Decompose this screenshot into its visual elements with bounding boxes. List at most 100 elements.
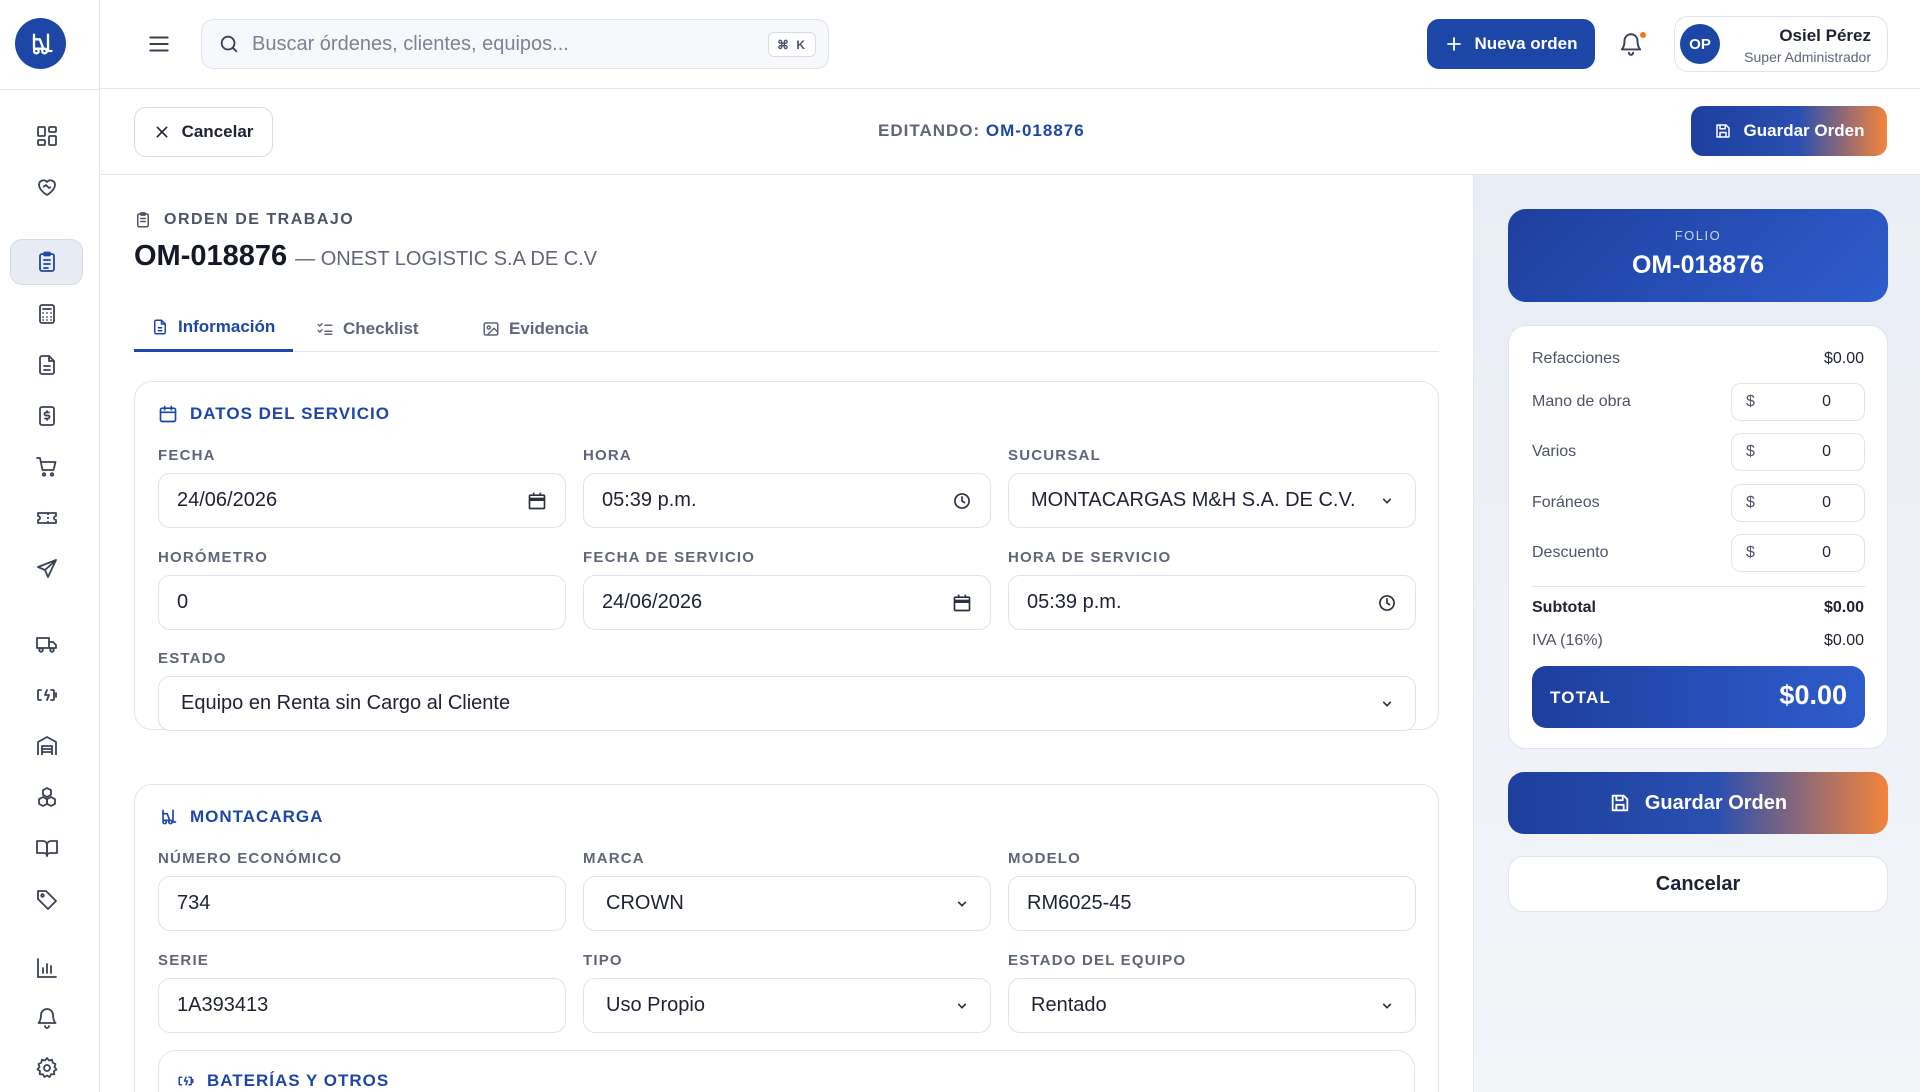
cancel-label: Cancelar [1655,872,1741,895]
shopping-cart-icon[interactable] [10,444,83,490]
calendar-picker-icon[interactable] [527,491,547,511]
service-card-title: DATOS DEL SERVICIO [158,404,390,424]
marca-label: MARCA [583,850,645,867]
tab-evidencia[interactable]: Evidencia [482,305,588,352]
cancel-order-button[interactable]: Cancelar [1508,856,1888,912]
send-icon[interactable] [10,546,83,592]
hora-servicio-field[interactable]: 05:39 p.m. [1008,575,1416,630]
tipo-label: TIPO [583,952,623,969]
book-open-icon[interactable] [10,825,83,871]
refacciones-value: $0.00 [1823,350,1864,367]
bell-icon[interactable] [10,995,83,1041]
marca-select[interactable]: CROWN [583,876,991,931]
forklift-logo-icon[interactable] [15,18,66,69]
mano-obra-value: 0 [1822,393,1831,410]
estado-equipo-select[interactable]: Rentado [1008,978,1416,1033]
save-order-label: Guardar Orden [1644,791,1788,814]
clipboard-list-icon[interactable] [10,239,83,285]
avatar: OP [1680,24,1720,64]
horometro-label: HORÓMETRO [158,549,268,566]
estado-label: ESTADO [158,650,227,667]
estado-equipo-label: ESTADO DEL EQUIPO [1008,952,1187,969]
plus-icon [1445,35,1463,53]
hamburger-menu-icon[interactable] [146,31,172,57]
cancel-button[interactable]: Cancelar [134,107,273,157]
serie-label: SERIE [158,952,210,969]
search-icon [218,33,240,55]
service-data-card: DATOS DEL SERVICIO FECHA 24/06/2026 HORA… [134,381,1439,731]
settings-gear-icon[interactable] [10,1045,83,1091]
calendar-picker-icon[interactable] [952,593,972,613]
fecha-field[interactable]: 24/06/2026 [158,473,566,528]
dashboard-grid-icon[interactable] [10,113,83,159]
descuento-input[interactable]: $ 0 [1731,534,1865,572]
clock-icon[interactable] [1377,593,1397,613]
sucursal-label: SUCURSAL [1008,447,1101,464]
editing-indicator: EDITANDO: OM-018876 [878,121,1085,141]
folio-card: FOLIO OM-018876 [1508,209,1888,302]
currency-symbol: $ [1746,494,1755,511]
subtotal-label: Subtotal [1532,599,1596,616]
tab-informacion[interactable]: Información [134,305,293,352]
numero-economico-value: 734 [177,892,211,914]
document-icon [151,318,169,336]
descuento-label: Descuento [1532,544,1609,561]
boxes-icon[interactable] [10,774,83,820]
tipo-value: Uso Propio [606,994,705,1016]
calculator-icon[interactable] [10,291,83,337]
tab-checklist[interactable]: Checklist [316,305,419,352]
search-input[interactable]: Buscar órdenes, clientes, equipos... ⌘ K [201,19,829,69]
estado-select[interactable]: Equipo en Renta sin Cargo al Cliente [158,676,1416,731]
tipo-select[interactable]: Uso Propio [583,978,991,1033]
edit-toolbar: Cancelar EDITANDO: OM-018876 Guardar Ord… [100,89,1920,175]
warehouse-icon[interactable] [10,723,83,769]
foraneos-input[interactable]: $ 0 [1731,484,1865,522]
totals-card: Refacciones $0.00 Mano de obra $ 0 Vario… [1508,325,1888,749]
mano-obra-input[interactable]: $ 0 [1731,383,1865,421]
order-code: OM-018876 [134,240,288,272]
ticket-icon[interactable] [10,495,83,541]
document-icon[interactable] [10,342,83,388]
hora-servicio-value: 05:39 p.m. [1027,591,1122,613]
fecha-servicio-field[interactable]: 24/06/2026 [583,575,991,630]
save-icon [1609,792,1631,814]
top-header: Buscar órdenes, clientes, equipos... ⌘ K… [100,0,1920,89]
chevron-down-icon [952,894,972,914]
clock-icon[interactable] [952,491,972,511]
search-shortcut-badge: ⌘ K [768,32,816,57]
subtotal-value: $0.00 [1823,599,1864,616]
new-order-button[interactable]: Nueva orden [1427,19,1595,69]
sidebar [0,0,100,1092]
clipboard-icon [134,211,152,229]
horometro-field[interactable]: 0 [158,575,566,630]
chevron-down-icon [952,996,972,1016]
forklift-title-text: MONTACARGA [190,807,324,826]
heart-handshake-icon[interactable] [10,164,83,210]
battery-charging-icon[interactable] [10,672,83,718]
estado-value: Equipo en Renta sin Cargo al Cliente [181,692,511,714]
dollar-receipt-icon[interactable] [10,393,83,439]
battery-charging-icon [177,1072,195,1090]
save-order-button[interactable]: Guardar Orden [1691,106,1887,156]
calendar-icon [158,404,178,424]
varios-input[interactable]: $ 0 [1731,433,1865,471]
folio-code: OM-018876 [1631,251,1765,279]
user-role: Super Administrador [1744,49,1871,65]
bar-chart-icon[interactable] [10,945,83,991]
serie-field[interactable]: 1A393413 [158,978,566,1033]
notification-indicator [1638,30,1648,40]
hora-field[interactable]: 05:39 p.m. [583,473,991,528]
truck-icon[interactable] [10,621,83,667]
sucursal-select[interactable]: MONTACARGAS M&H S.A. DE C.V. [1008,473,1416,528]
forklift-card: MONTACARGA NÚMERO ECONÓMICO 734 MARCA CR… [134,784,1439,1092]
user-menu[interactable]: OP Osiel Pérez Super Administrador [1674,16,1888,72]
cancel-label: Cancelar [181,122,254,141]
numero-economico-field[interactable]: 734 [158,876,566,931]
refacciones-label: Refacciones [1532,350,1621,367]
modelo-field[interactable]: RM6025-45 [1008,876,1416,931]
save-order-primary-button[interactable]: Guardar Orden [1508,772,1888,834]
tag-icon[interactable] [10,876,83,922]
tab-label: Evidencia [509,318,589,338]
hora-servicio-label: HORA DE SERVICIO [1008,549,1172,566]
foraneos-label: Foráneos [1532,494,1600,511]
